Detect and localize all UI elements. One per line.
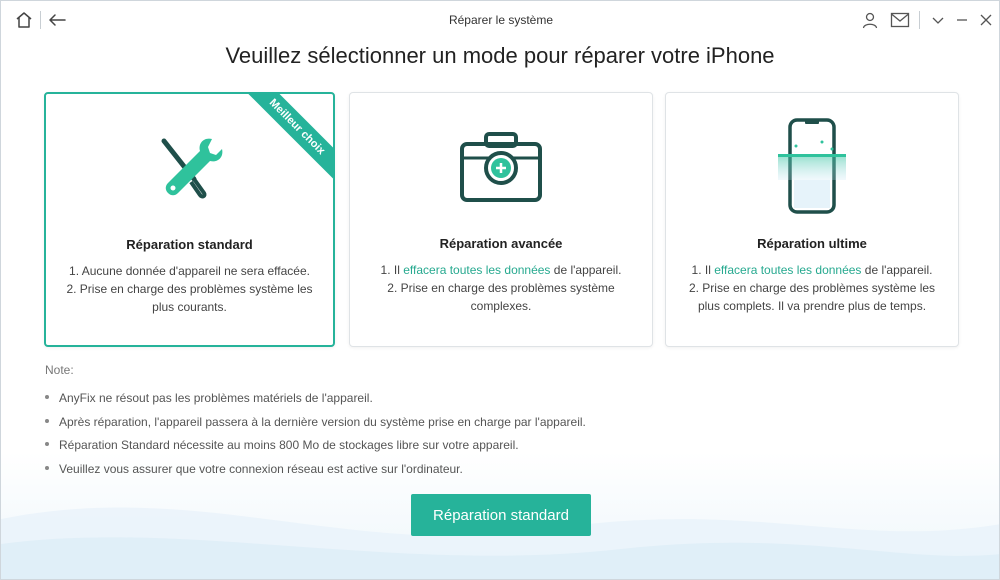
card-description: 1. Aucune donnée d'appareil ne sera effa… [58, 262, 321, 316]
title-bar: Réparer le système [1, 1, 999, 39]
card-description: 1. Il effacera toutes les données de l'a… [678, 261, 946, 315]
erase-warning-highlight: effacera toutes les données [403, 263, 551, 277]
standard-repair-card[interactable]: Meilleur choix Réparation standard 1. Au… [44, 92, 335, 347]
feedback-button[interactable] [889, 9, 911, 31]
card-line-1: 1. Il effacera toutes les données de l'a… [678, 261, 946, 279]
standard-repair-button[interactable]: Réparation standard [411, 494, 591, 536]
window-title: Réparer le système [448, 13, 554, 27]
line-prefix: 1. Il [380, 263, 404, 277]
notes-section: Note: AnyFix ne résout pas les problèmes… [45, 363, 586, 483]
mail-icon [890, 12, 910, 28]
titlebar-divider-right [919, 11, 920, 29]
line-suffix: de l'appareil. [861, 263, 933, 277]
phone-scan-icon [778, 117, 846, 214]
line-prefix: 1. Il [691, 263, 715, 277]
menu-dropdown-button[interactable] [927, 9, 949, 31]
card-line-1: 1. Il effacera toutes les données de l'a… [362, 261, 640, 279]
first-aid-kit-icon [460, 131, 542, 202]
card-description: 1. Il effacera toutes les données de l'a… [362, 261, 640, 315]
close-button[interactable] [975, 9, 997, 31]
note-item: Veuillez vous assurer que votre connexio… [45, 460, 586, 484]
ultimate-repair-card[interactable]: Réparation ultime 1. Il effacera toutes … [665, 92, 959, 347]
card-line-1: 1. Aucune donnée d'appareil ne sera effa… [69, 264, 310, 278]
card-icon-area [350, 113, 652, 218]
card-line-2: 2. Prise en charge des problèmes système… [387, 281, 615, 313]
user-icon [862, 12, 878, 29]
card-line-2: 2. Prise en charge des problèmes système… [66, 282, 313, 314]
card-title: Réparation standard [126, 237, 253, 252]
card-title: Réparation ultime [757, 236, 867, 251]
app-window: Réparer le système Veuillez sélectionner… [0, 0, 1000, 580]
notes-title: Note: [45, 363, 74, 377]
note-item: Après réparation, l'appareil passera à l… [45, 413, 586, 437]
card-icon-area [666, 113, 958, 218]
account-button[interactable] [859, 9, 881, 31]
erase-warning-highlight: effacera toutes les données [714, 263, 862, 277]
card-title: Réparation avancée [439, 236, 563, 251]
card-line-2: 2. Prise en charge des problèmes système… [688, 281, 936, 313]
minimize-button[interactable] [951, 9, 973, 31]
line-suffix: de l'appareil. [550, 263, 622, 277]
wrench-screwdriver-icon [161, 138, 222, 198]
chevron-down-icon [932, 17, 944, 24]
page-title: Veuillez sélectionner un mode pour répar… [225, 43, 775, 68]
advanced-repair-card[interactable]: Réparation avancée 1. Il effacera toutes… [349, 92, 653, 347]
close-icon [980, 14, 992, 26]
card-icon-area [46, 114, 333, 219]
note-item: Réparation Standard nécessite au moins 8… [45, 436, 586, 460]
minimize-icon [957, 19, 967, 21]
note-item: AnyFix ne résout pas les problèmes matér… [45, 389, 586, 413]
